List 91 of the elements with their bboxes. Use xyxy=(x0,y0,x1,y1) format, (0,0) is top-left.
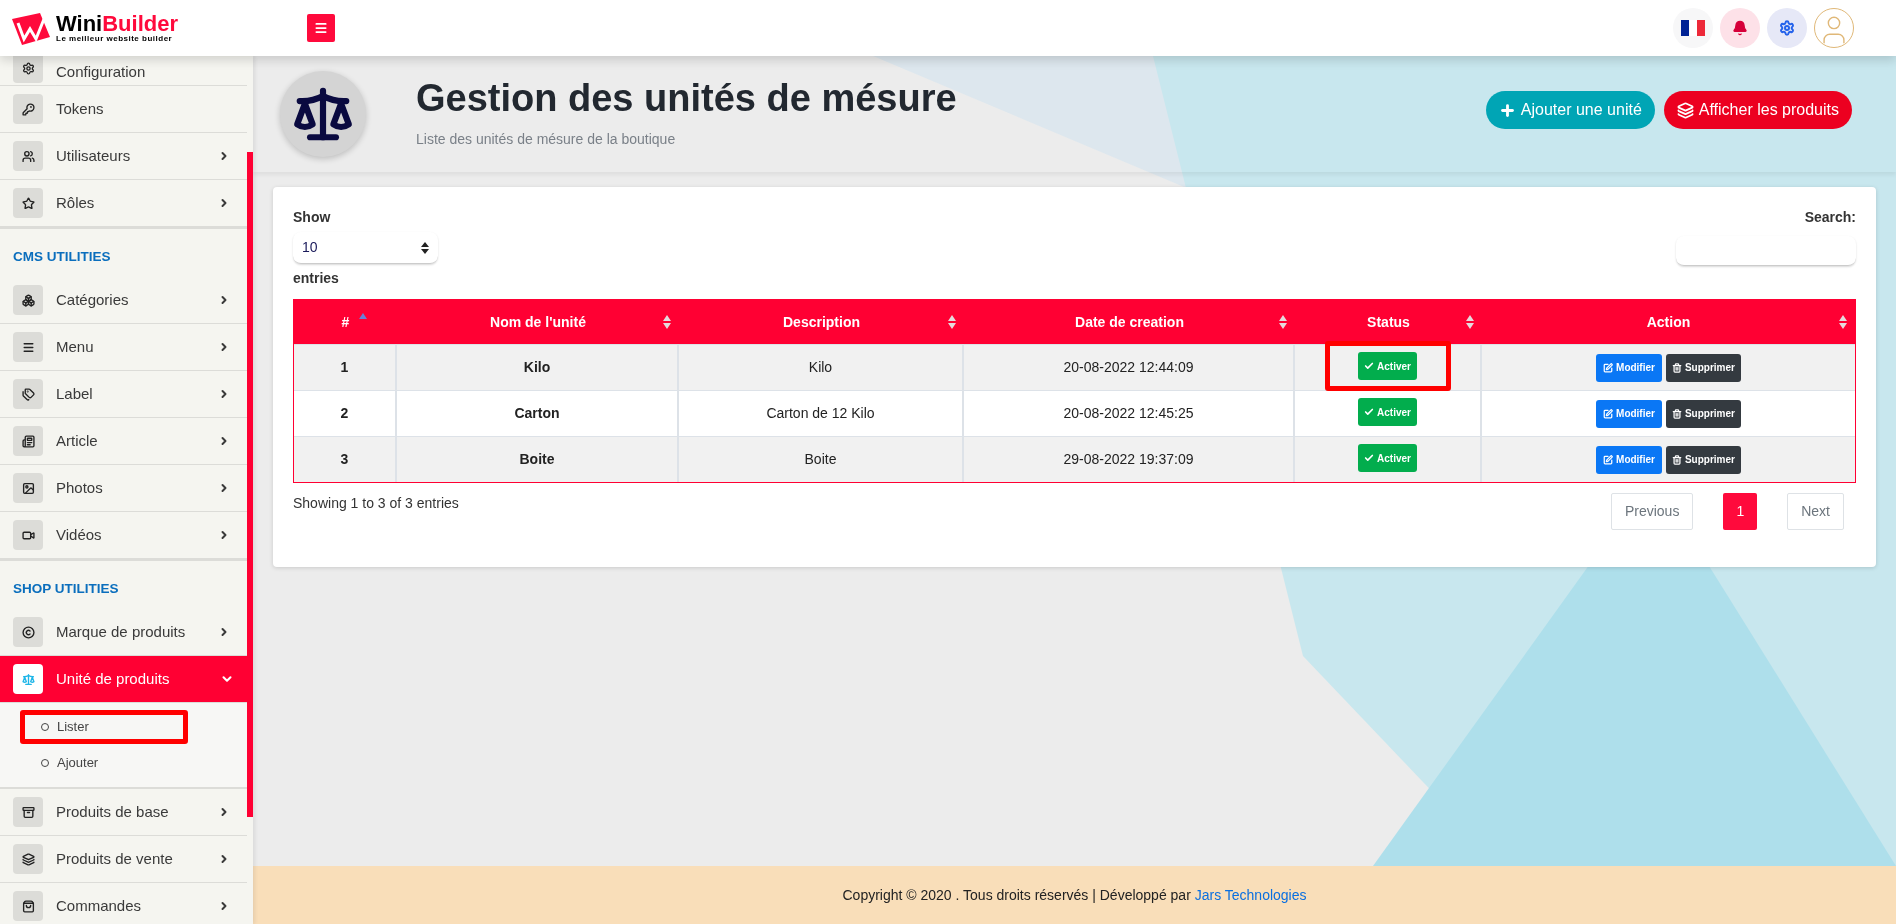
menu-icon xyxy=(314,21,328,35)
column-header[interactable]: Date de creation xyxy=(1075,311,1184,333)
trash-icon xyxy=(1671,454,1682,465)
sidebar-item[interactable]: Produits de base xyxy=(0,789,247,836)
delete-button[interactable]: Supprimer xyxy=(1665,399,1741,428)
section-heading: CMS UTILITIES xyxy=(13,247,111,266)
entries-label: entries xyxy=(293,269,340,288)
check-icon xyxy=(1364,407,1375,417)
notifications-button[interactable] xyxy=(1720,8,1760,48)
list-icon xyxy=(21,340,35,354)
sidebar-item[interactable]: Article xyxy=(0,418,247,465)
submenu-item[interactable]: Lister xyxy=(20,710,188,744)
table-cell-text: 1 xyxy=(340,358,349,377)
column-header[interactable]: Status xyxy=(1367,311,1410,333)
scale-icon xyxy=(21,672,35,686)
edit-button[interactable]: Modifier xyxy=(1596,353,1662,382)
sidebar-item[interactable]: Configuration xyxy=(0,56,247,86)
table-cell-text: Boite xyxy=(804,450,837,469)
edit-icon xyxy=(1603,362,1614,373)
trash-icon xyxy=(1671,362,1682,373)
sidebar-item[interactable]: Menu xyxy=(0,324,247,371)
flag-icon xyxy=(1681,20,1705,36)
edit-button[interactable]: Modifier xyxy=(1596,399,1662,428)
check-icon xyxy=(1364,361,1375,371)
sidebar-item[interactable]: Catégories xyxy=(0,277,247,324)
table-cell-text: 20-08-2022 12:45:25 xyxy=(1063,404,1194,423)
trash-icon xyxy=(1671,408,1682,419)
table-cell-text: Boite xyxy=(519,450,555,469)
table-cell-text: 2 xyxy=(340,404,349,423)
search-label: Search: xyxy=(1804,208,1856,227)
edit-icon xyxy=(1603,454,1614,465)
page-subtitle: Liste des unités de mésure de la boutique xyxy=(416,129,677,149)
delete-button[interactable]: Supprimer xyxy=(1665,445,1741,474)
pagination-button[interactable]: Next xyxy=(1787,493,1844,530)
edit-icon xyxy=(1603,408,1614,419)
table-cell-text: 3 xyxy=(340,450,349,469)
settings-icon xyxy=(1779,20,1795,36)
layers-icon xyxy=(21,852,35,866)
column-header[interactable]: Nom de l'unité xyxy=(490,311,586,333)
edit-button[interactable]: Modifier xyxy=(1596,445,1662,474)
image-icon xyxy=(21,481,35,495)
sidebar-item[interactable]: Rôles xyxy=(0,180,247,227)
bell-icon xyxy=(1732,20,1748,36)
show-products-button[interactable]: Afficher les produits xyxy=(1663,91,1852,129)
sidebar-item[interactable]: Utilisateurs xyxy=(0,133,247,180)
sidebar-item[interactable]: Label xyxy=(0,371,247,418)
logo-tagline: Le meilleur website builder xyxy=(56,35,174,43)
pagination-button[interactable]: 1 xyxy=(1723,493,1758,530)
page-title: Gestion des unités de mésure xyxy=(416,78,957,117)
boxes-icon xyxy=(21,293,35,307)
table-cell-text: Carton de 12 Kilo xyxy=(766,404,875,423)
column-header[interactable]: Action xyxy=(1646,311,1691,333)
logo-text: WiniBuilder xyxy=(56,13,179,35)
settings-button[interactable] xyxy=(1767,8,1807,48)
menu-toggle-button[interactable] xyxy=(307,14,335,42)
section-heading: SHOP UTILITIES xyxy=(13,579,119,598)
language-button[interactable] xyxy=(1673,8,1713,48)
sidebar-item[interactable]: Commandes xyxy=(0,883,247,924)
check-icon xyxy=(1364,453,1375,463)
column-header[interactable]: Description xyxy=(783,311,860,333)
sidebar-item[interactable]: Vidéos xyxy=(0,512,247,559)
table-cell-text: Kilo xyxy=(808,358,833,377)
show-label: Show xyxy=(293,208,332,227)
key-icon xyxy=(21,102,35,116)
table-cell-text: 20-08-2022 12:44:09 xyxy=(1063,358,1194,377)
users-icon xyxy=(21,149,35,163)
tags-icon xyxy=(21,387,35,401)
column-header[interactable]: # xyxy=(341,311,350,333)
submenu-item[interactable]: Ajouter xyxy=(20,746,188,780)
shopping-bag-icon xyxy=(21,899,35,913)
delete-button[interactable]: Supprimer xyxy=(1665,353,1741,382)
copyright-icon xyxy=(21,625,35,639)
sidebar-item[interactable]: Produits de vente xyxy=(0,836,247,883)
table-cell-text: 29-08-2022 19:37:09 xyxy=(1063,450,1194,469)
layers-icon xyxy=(1676,101,1694,119)
updown-caret-icon xyxy=(421,241,429,254)
star-icon xyxy=(21,196,35,210)
table-cell-text: Carton xyxy=(514,404,560,423)
archive-box-icon xyxy=(21,805,35,819)
page-size-select[interactable]: 10 xyxy=(293,232,438,264)
sidebar-item[interactable]: Photos xyxy=(0,465,247,512)
pagination-button[interactable]: Previous xyxy=(1610,493,1694,530)
sidebar-item[interactable]: Tokens xyxy=(0,86,247,133)
scrollbar-thumb[interactable] xyxy=(247,152,253,817)
table-info: Showing 1 to 3 of 3 entries xyxy=(293,494,459,513)
plus-icon xyxy=(1498,101,1516,119)
company-link[interactable]: Jars Technologies xyxy=(1194,886,1307,903)
copyright-text: Copyright © 2020 . Tous droits réservés | Développé par Jars Technologies xyxy=(842,885,1307,905)
sidebar-item[interactable]: Unité de produits xyxy=(0,656,247,703)
newspaper-icon xyxy=(21,434,35,448)
table-cell-text: Kilo xyxy=(523,358,551,377)
